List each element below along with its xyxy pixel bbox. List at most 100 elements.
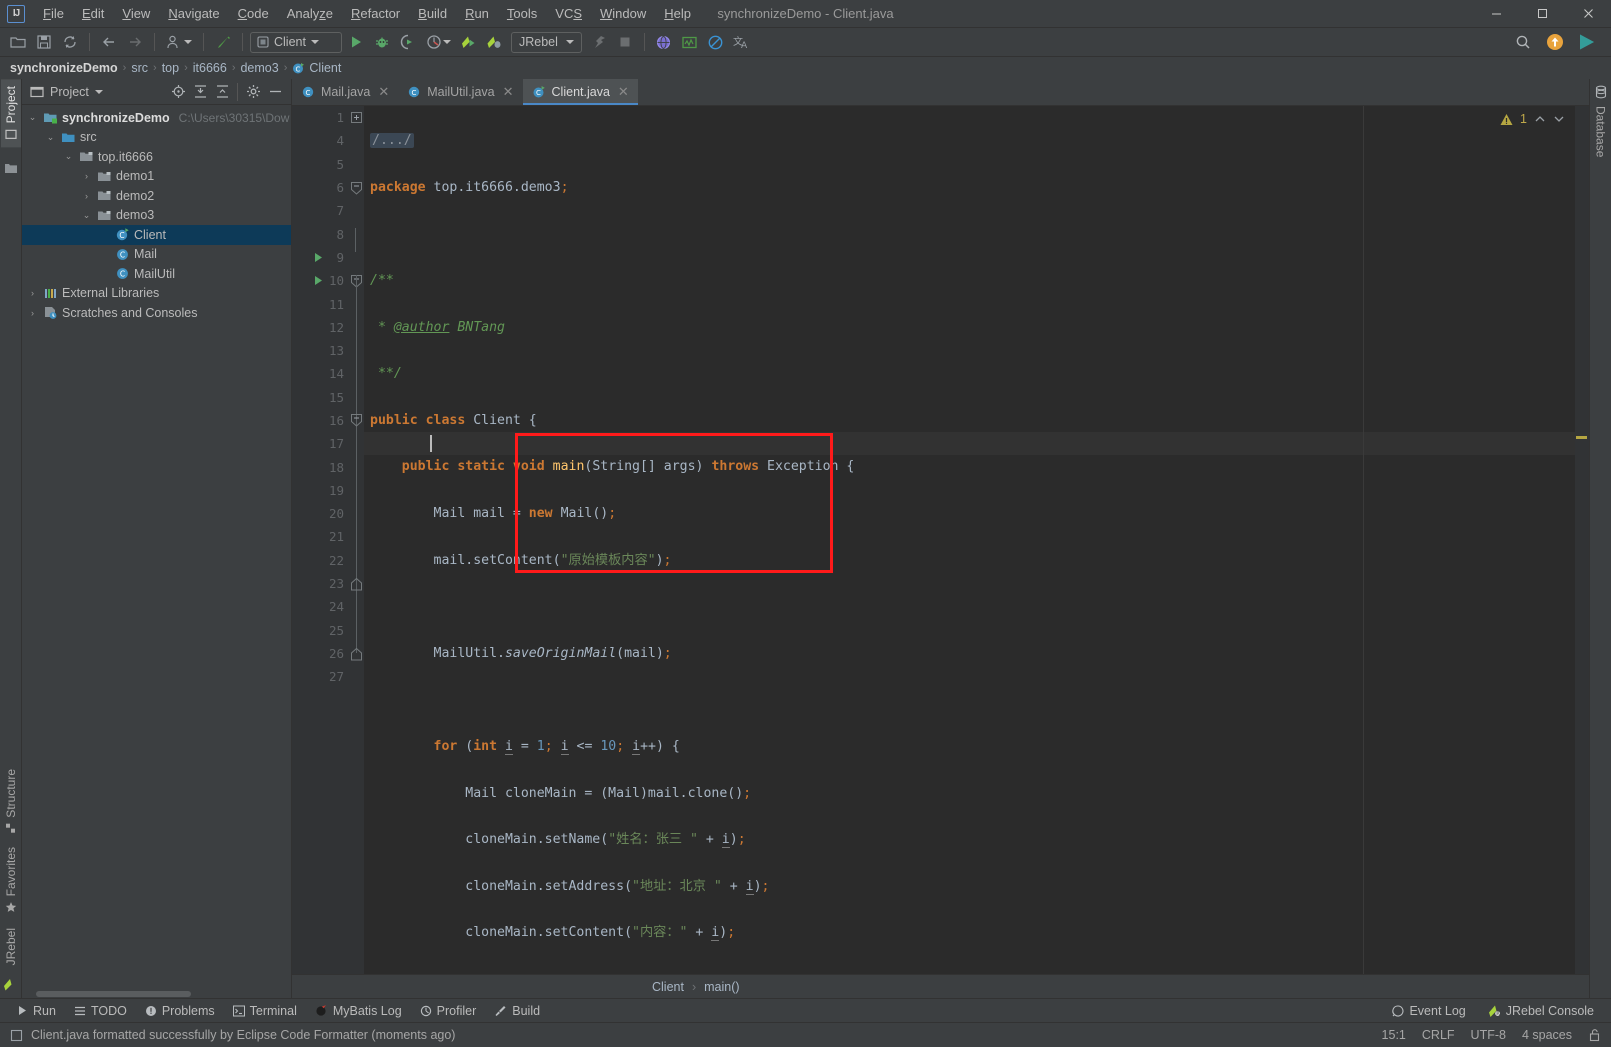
update-project-icon[interactable] [211,31,235,53]
chevron-down-icon[interactable] [94,89,103,94]
tree-node-synchronizeDemo[interactable]: ⌄ synchronizeDemo C:\Users\30315\Dow [22,108,291,128]
close-icon[interactable]: ✕ [618,84,629,100]
rail-tab-project[interactable]: Project [0,79,21,148]
save-all-icon[interactable] [32,31,56,53]
minimize-button[interactable] [1473,0,1519,27]
tool-button-problems[interactable]: Problems [136,1002,224,1020]
menu-tools[interactable]: Tools [498,2,546,25]
menu-file[interactable]: File [34,2,73,25]
menu-vcs[interactable]: VCS [546,2,591,25]
fold-expand-method-end-icon[interactable] [351,648,362,661]
scroll-from-source-icon[interactable] [168,82,188,102]
chevron-down-icon[interactable]: ⌄ [26,112,39,123]
tool-button-event-log[interactable]: Event Log [1383,1002,1474,1020]
close-button[interactable] [1565,0,1611,27]
editor-gutter[interactable]: 1 4 5 6 7 8 9 10 11 12 13 14 15 16 17 18 [292,106,350,974]
fold-collapse-comment-icon[interactable] [351,182,362,195]
tab-Client-java[interactable]: C Client.java ✕ [522,79,639,105]
jrebel-run-icon[interactable] [456,31,480,53]
breadcrumb-item-demo3[interactable]: demo3 [240,61,278,75]
maximize-button[interactable] [1519,0,1565,27]
run-method-gutter-icon[interactable] [313,275,324,286]
translate-icon[interactable]: 文A [730,31,754,53]
rail-tab-structure[interactable]: Structure [1,762,21,841]
tool-button-mybatis-log[interactable]: MyBatis Log [306,1002,411,1020]
tree-node-top-it6666[interactable]: ⌄ top.it6666 [22,147,291,167]
fold-collapse-for-icon[interactable] [351,414,362,427]
menu-analyze[interactable]: Analyze [278,2,342,25]
fold-expand-for-end-icon[interactable] [351,578,362,591]
monitor-graph-icon[interactable] [678,31,702,53]
menu-help[interactable]: Help [655,2,700,25]
open-project-icon[interactable] [6,31,30,53]
tree-node-src[interactable]: ⌄ src [22,128,291,148]
code-folding-strip[interactable] [350,106,364,974]
tree-node-demo3[interactable]: ⌄ demo3 [22,206,291,226]
synchronize-icon[interactable] [58,31,82,53]
tree-node-demo2[interactable]: › demo2 [22,186,291,206]
profile-settings-icon[interactable] [162,31,196,53]
project-horizontal-scrollbar[interactable] [22,990,291,998]
line-separator[interactable]: CRLF [1422,1028,1455,1042]
tree-node-external-libraries[interactable]: › External Libraries [22,284,291,304]
menu-navigate[interactable]: Navigate [159,2,228,25]
menu-code[interactable]: Code [229,2,278,25]
menu-build[interactable]: Build [409,2,456,25]
breadcrumb-item-client[interactable]: Client [309,61,341,75]
disable-icon[interactable] [704,31,728,53]
run-class-gutter-icon[interactable] [313,252,324,263]
chevron-down-icon[interactable]: ⌄ [44,132,57,143]
chevron-right-icon[interactable]: › [80,191,93,201]
navigate-forward-icon[interactable] [123,31,147,53]
menu-window[interactable]: Window [591,2,655,25]
chevron-down-icon[interactable]: ⌄ [80,210,93,221]
close-icon[interactable]: ✕ [378,84,389,100]
rail-tab-jrebel[interactable]: JRebel [1,921,21,972]
tool-button-jrebel-console[interactable]: JR JRebel Console [1479,1002,1603,1020]
unlocked-icon[interactable] [1588,1028,1601,1042]
menu-run[interactable]: Run [456,2,498,25]
menu-refactor[interactable]: Refactor [342,2,409,25]
breadcrumb-item-it6666[interactable]: it6666 [193,61,227,75]
inspection-widget[interactable]: 1 [1457,106,1575,132]
database-icon[interactable] [1594,85,1608,99]
status-message[interactable]: Client.java formatted successfully by Ec… [31,1028,455,1042]
file-encoding[interactable]: UTF-8 [1471,1028,1506,1042]
globe-icon[interactable] [652,31,676,53]
gear-icon[interactable] [243,82,263,102]
jrebel-rail-icon[interactable] [3,977,18,992]
indent-setting[interactable]: 4 spaces [1522,1028,1572,1042]
fold-collapse-method-icon[interactable] [351,275,362,288]
profiler-button-icon[interactable] [422,31,454,53]
breadcrumb-item-project[interactable]: synchronizeDemo [10,61,118,75]
chevron-right-icon[interactable]: › [80,171,93,181]
navigate-back-icon[interactable] [97,31,121,53]
fold-expand-icon[interactable] [351,112,362,123]
scrollbar-thumb[interactable] [36,991,191,997]
tree-node-MailUtil[interactable]: C MailUtil [22,264,291,284]
close-icon[interactable]: ✕ [503,84,514,100]
stop-icon[interactable] [613,31,637,53]
run-button-icon[interactable] [344,31,368,53]
hide-panel-icon[interactable] [265,82,285,102]
tree-node-demo1[interactable]: › demo1 [22,167,291,187]
chevron-right-icon[interactable]: › [26,308,39,318]
source-code[interactable]: /.../ package top.it6666.demo3; /** * @a… [364,106,1575,974]
code-text-area[interactable]: /.../ package top.it6666.demo3; /** * @a… [364,106,1575,974]
rail-tab-database[interactable]: Database [1591,99,1611,164]
search-everywhere-icon[interactable] [1511,31,1535,53]
chevron-right-icon[interactable]: › [26,288,39,298]
run-with-coverage-icon[interactable] [396,31,420,53]
rail-tab-favorites[interactable]: Favorites [1,840,21,920]
fold-placeholder[interactable]: /.../ [370,133,414,149]
caret-position[interactable]: 15:1 [1382,1028,1406,1042]
jrebel-selector[interactable]: JRebel [511,31,582,53]
tree-node-scratches-and-consoles[interactable]: › Scratches and Consoles [22,303,291,323]
tool-button-run[interactable]: Run [8,1002,65,1020]
chevron-down-icon[interactable]: ⌄ [62,151,75,162]
menu-view[interactable]: View [113,2,159,25]
tool-button-build[interactable]: Build [485,1002,549,1020]
tree-node-Mail[interactable]: C Mail [22,245,291,265]
jrebel-debug-icon[interactable] [482,31,506,53]
breadcrumb-item-top[interactable]: top [162,61,179,75]
